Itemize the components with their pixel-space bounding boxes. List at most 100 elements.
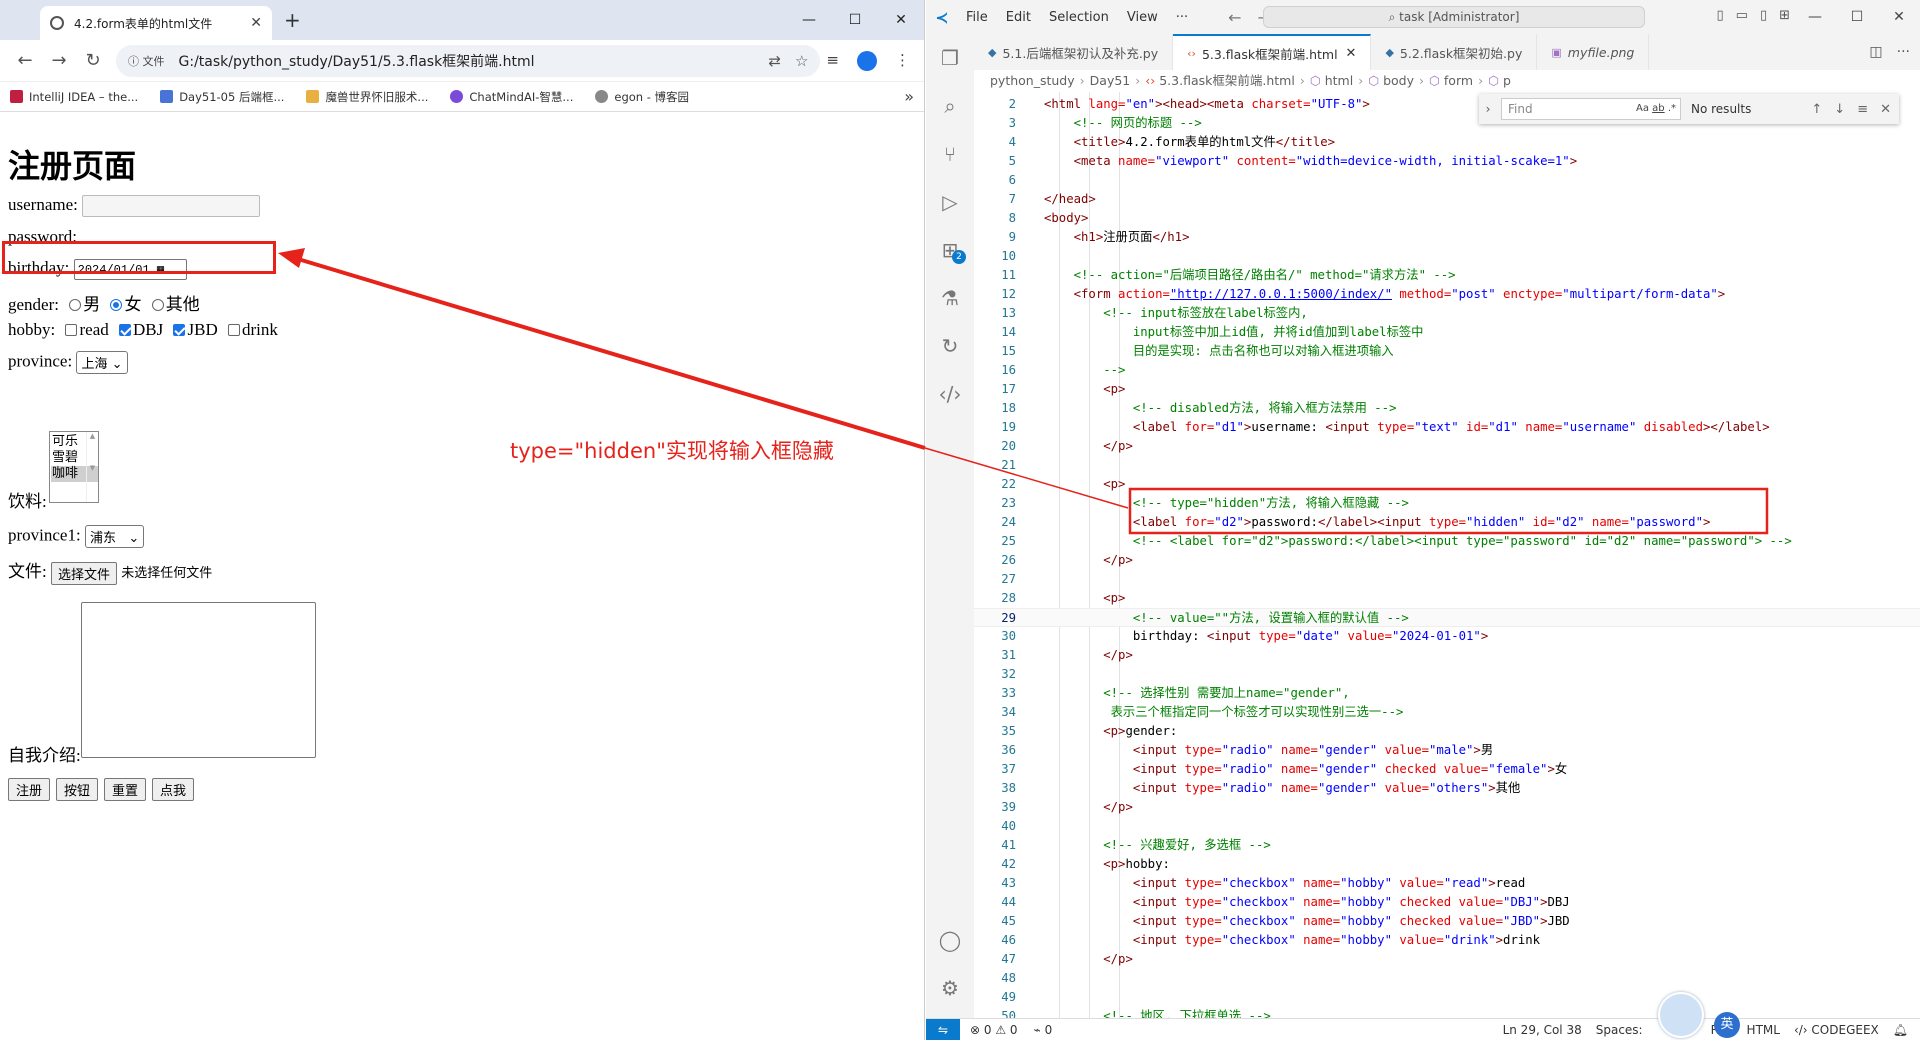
close-tab-icon[interactable]: ✕ <box>250 15 262 31</box>
menu-file[interactable]: File <box>966 10 988 25</box>
profile-avatar[interactable] <box>857 50 877 71</box>
url-text[interactable]: G:/task/python_study/Day51/5.3.flask框架前端… <box>179 51 755 71</box>
maximize-icon[interactable]: ☐ <box>1836 0 1878 34</box>
search-icon[interactable]: ⌕ <box>926 82 974 130</box>
minimize-icon[interactable]: — <box>1794 0 1836 34</box>
problems-indicator[interactable]: ⊗ 0 ⚠ 0 <box>970 1023 1018 1037</box>
code-line[interactable]: 45 <input type="checkbox" name="hobby" c… <box>974 912 1920 931</box>
code-line[interactable]: 42 <p>hobby: <box>974 855 1920 874</box>
back-icon[interactable]: ← <box>8 50 42 71</box>
code-line[interactable]: 10 <box>974 247 1920 266</box>
code-line[interactable]: 31 </p> <box>974 646 1920 665</box>
menu-selection[interactable]: Selection <box>1049 10 1109 25</box>
breadcrumb-item[interactable]: 5.3.flask框架前端.html <box>1159 73 1295 88</box>
code-line[interactable]: 15 目的是实现: 点击名称也可以对输入框进项输入 <box>974 342 1920 361</box>
code-line[interactable]: 43 <input type="checkbox" name="hobby" v… <box>974 874 1920 893</box>
bookmark-item[interactable]: 魔兽世界怀旧服术... <box>306 89 428 105</box>
code-line[interactable]: 32 <box>974 665 1920 684</box>
explorer-icon[interactable]: ❐ <box>926 34 974 82</box>
toggle-panel-icon[interactable]: ▭ <box>1736 8 1748 23</box>
menu-more[interactable]: ··· <box>1176 10 1188 25</box>
code-line[interactable]: 33 <!-- 选择性别 需要加上name="gender", <box>974 684 1920 703</box>
code-line[interactable]: 16 --> <box>974 361 1920 380</box>
media-icon[interactable]: ≡ <box>826 51 839 71</box>
code-line[interactable]: 35 <p>gender: <box>974 722 1920 741</box>
code-editor[interactable]: 2 <html lang="en"><head><meta charset="UT… <box>974 92 1920 1023</box>
code-line[interactable]: 30 birthday: <input type="date" value="2… <box>974 627 1920 646</box>
code-line[interactable]: 41 <!-- 兴趣爱好, 多选框 --> <box>974 836 1920 855</box>
indentation[interactable]: Spaces: <box>1596 1023 1643 1037</box>
nav-back-icon[interactable]: ← <box>1228 8 1241 27</box>
menu-icon[interactable]: ⋮ <box>895 51 910 71</box>
bookmark-star-icon[interactable]: ☆ <box>795 52 808 70</box>
more-bookmarks-icon[interactable]: » <box>904 87 914 106</box>
breadcrumb-item[interactable]: form <box>1444 73 1473 88</box>
maximize-icon[interactable]: ☐ <box>832 0 878 40</box>
translate-icon[interactable]: ⇄ <box>768 52 781 70</box>
code-line[interactable]: 9 <h1>注册页面</h1> <box>974 228 1920 247</box>
close-tab-icon[interactable]: ✕ <box>1346 46 1357 61</box>
province-select[interactable]: 上海 ⌄ <box>76 351 128 374</box>
testing-icon[interactable]: ⚗ <box>926 274 974 322</box>
menu-edit[interactable]: Edit <box>1006 10 1031 25</box>
language-mode[interactable]: HTML <box>1747 1023 1780 1037</box>
next-match-icon[interactable]: ↓ <box>1834 102 1845 117</box>
source-control-icon[interactable]: ⑂ <box>926 130 974 178</box>
close-window-icon[interactable]: ✕ <box>878 0 924 40</box>
breadcrumb-item[interactable]: python_study <box>990 73 1075 88</box>
bookmark-item[interactable]: egon - 博客园 <box>595 89 689 105</box>
more-actions-icon[interactable]: ··· <box>1897 44 1910 60</box>
code-line[interactable]: 13 <!-- input标签放在label标签内, <box>974 304 1920 323</box>
settings-gear-icon[interactable]: ⚙ <box>926 964 974 1012</box>
editor-tab[interactable]: ◆ 5.2.flask框架初始.py <box>1371 34 1538 70</box>
new-tab-button[interactable]: + <box>284 8 301 32</box>
ports-indicator[interactable]: ⌁ 0 <box>1034 1023 1053 1037</box>
code-line[interactable]: 23 <!-- type="hidden"方法, 将输入框隐藏 --> <box>974 494 1920 513</box>
notifications-bell-icon[interactable]: 🔔︎ <box>1893 1023 1908 1037</box>
code-line[interactable]: 38 <input type="radio" name="gender" val… <box>974 779 1920 798</box>
code-line[interactable]: 21 <box>974 456 1920 475</box>
code-line[interactable]: 8 <body> <box>974 209 1920 228</box>
reload-icon[interactable]: ↻ <box>76 50 110 71</box>
breadcrumb-item[interactable]: body <box>1383 73 1414 88</box>
command-center[interactable]: ⌕ task [Administrator] <box>1263 6 1645 28</box>
code-line[interactable]: 25 <!-- <label for="d2">password:</label… <box>974 532 1920 551</box>
code-line[interactable]: 49 <box>974 988 1920 1007</box>
breadcrumb-item[interactable]: html <box>1325 73 1353 88</box>
code-line[interactable]: 28 <p> <box>974 589 1920 608</box>
code-line[interactable]: 48 <box>974 969 1920 988</box>
code-line[interactable]: 12 <form action="http://127.0.0.1:5000/i… <box>974 285 1920 304</box>
run-debug-icon[interactable]: ▷ <box>926 178 974 226</box>
editor-tab[interactable]: ▣ myfile.png <box>1537 34 1650 70</box>
code-line[interactable]: 22 <p> <box>974 475 1920 494</box>
code-line[interactable]: 37 <input type="radio" name="gender" che… <box>974 760 1920 779</box>
forward-icon[interactable]: → <box>42 50 76 71</box>
browser-tab[interactable]: 4.2.form表单的html文件 ✕ <box>40 6 272 40</box>
close-find-icon[interactable]: ✕ <box>1880 102 1891 117</box>
code-line[interactable]: 6 <box>974 171 1920 190</box>
remote-explorer-icon[interactable]: ↻ <box>926 322 974 370</box>
address-bar[interactable]: ⓘ 文件 G:/task/python_study/Day51/5.3.flas… <box>116 44 821 77</box>
find-in-selection-icon[interactable]: ≡ <box>1857 102 1868 117</box>
editor-tab-active[interactable]: ‹› 5.3.flask框架前端.html ✕ <box>1173 34 1372 70</box>
drinks-listbox[interactable]: 可乐 雪碧 咖啡 ▲ ▼ <box>49 431 99 503</box>
listbox-scrollbar[interactable]: ▲ ▼ <box>86 432 98 502</box>
reset-button[interactable]: 重置 <box>104 778 147 801</box>
close-window-icon[interactable]: ✕ <box>1878 0 1920 34</box>
code-line[interactable]: 46 <input type="checkbox" name="hobby" v… <box>974 931 1920 950</box>
province1-select[interactable]: 浦东 ⌄ <box>84 525 145 548</box>
code-line[interactable]: 19 <label for="d1">username: <input type… <box>974 418 1920 437</box>
split-editor-icon[interactable]: ◫ <box>1869 44 1882 60</box>
bookmark-item[interactable]: IntelliJ IDEA – the... <box>10 90 138 104</box>
hobby-checkbox-drink[interactable] <box>227 324 240 337</box>
code-line[interactable]: 4 <title>4.2.form表单的html文件</title> <box>974 133 1920 152</box>
hobby-checkbox-read[interactable] <box>65 324 78 337</box>
toggle-replace-icon[interactable]: › <box>1479 102 1497 116</box>
find-options[interactable]: Aa ab .* <box>1636 99 1676 119</box>
customize-layout-icon[interactable]: ⊞ <box>1779 8 1790 23</box>
gender-radio-female[interactable] <box>110 299 123 312</box>
site-info-chip[interactable]: ⓘ 文件 <box>128 53 165 69</box>
remote-indicator-icon[interactable]: ⇋ <box>926 1018 960 1040</box>
codegeex-icon[interactable]: ‹/› <box>926 370 974 418</box>
account-icon[interactable]: ◯ <box>926 916 974 964</box>
